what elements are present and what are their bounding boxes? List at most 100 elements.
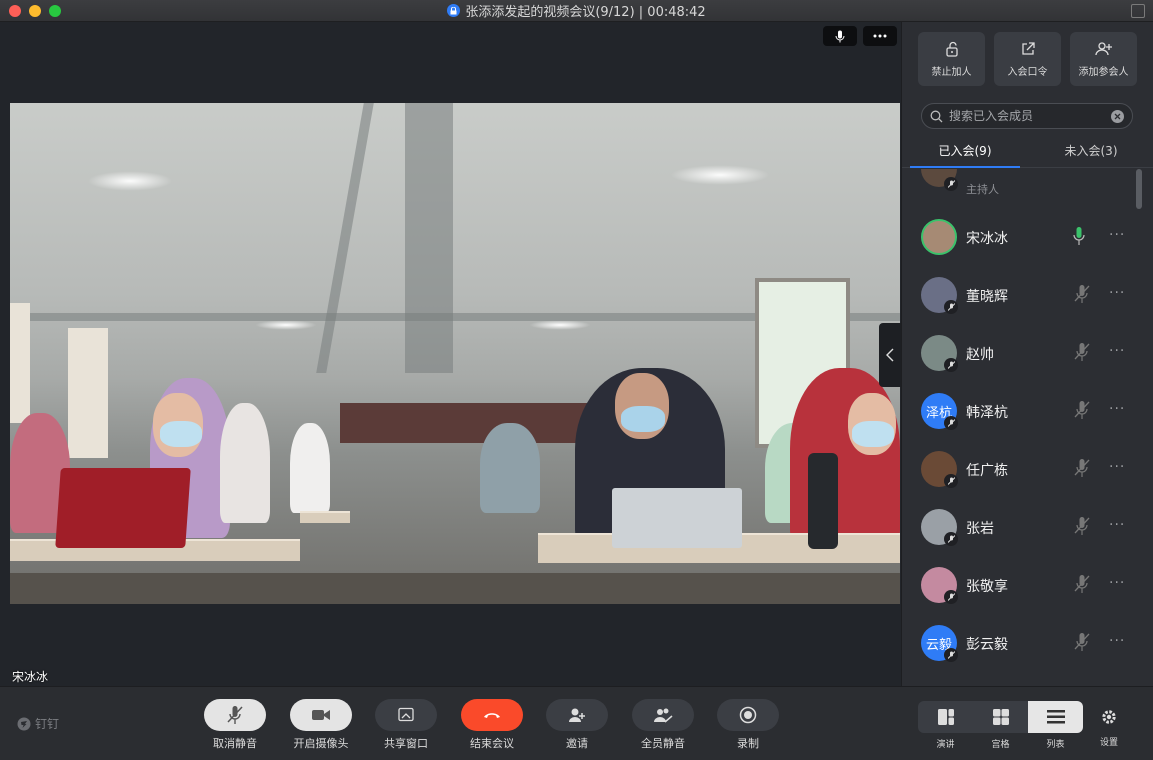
muted-badge-icon	[944, 300, 958, 314]
member-row[interactable]: 赵帅 ···	[902, 324, 1142, 382]
panel-actions: 禁止加人 入会口令 添加参会人	[918, 32, 1137, 86]
mic-muted-icon[interactable]	[1073, 574, 1091, 594]
meeting-code-label: 入会口令	[1007, 66, 1048, 78]
member-row[interactable]: 主持人 ···	[902, 169, 1142, 198]
member-row[interactable]: 云毅 彭云毅 ···	[902, 614, 1142, 672]
desk	[300, 511, 350, 523]
stage-mic-button[interactable]	[823, 26, 857, 46]
muted-badge-icon	[944, 532, 958, 546]
grid-layout-button[interactable]	[973, 701, 1028, 733]
laptop	[55, 468, 191, 548]
member-name: 张岩	[966, 521, 994, 537]
mic-muted-icon[interactable]	[1073, 284, 1091, 304]
mic-muted-icon[interactable]	[1073, 400, 1091, 420]
member-row[interactable]: 任广栋 ···	[902, 440, 1142, 498]
stage-more-button[interactable]	[863, 26, 897, 46]
camera-icon	[312, 710, 330, 720]
maximize-window-button[interactable]	[49, 5, 61, 17]
record-button[interactable]	[717, 699, 779, 731]
back-wall-board	[340, 403, 605, 443]
pip-icon[interactable]	[1131, 4, 1145, 18]
invite-button[interactable]	[546, 699, 608, 731]
window-controls	[9, 5, 61, 17]
mute-all-button[interactable]	[632, 699, 694, 731]
list-layout-button[interactable]	[1028, 701, 1083, 733]
close-window-button[interactable]	[9, 5, 21, 17]
mic-muted-icon[interactable]	[1073, 632, 1091, 652]
member-name: 赵帅	[966, 347, 994, 363]
stage-top-buttons	[823, 26, 897, 46]
clear-search-icon[interactable]	[1111, 109, 1124, 123]
minimize-window-button[interactable]	[29, 5, 41, 17]
member-more-button[interactable]: ···	[1109, 343, 1125, 359]
lock-icon	[447, 4, 461, 17]
mic-muted-icon[interactable]	[1073, 516, 1091, 536]
laptop	[612, 488, 742, 548]
muted-badge-icon	[944, 590, 958, 604]
unlock-icon	[945, 41, 958, 57]
member-row[interactable]: 董晓辉 ···	[902, 266, 1142, 324]
member-search	[921, 103, 1133, 129]
member-more-button[interactable]: ···	[1109, 459, 1125, 475]
mic-icon	[835, 30, 845, 42]
member-row[interactable]: 泽杭 韩泽杭 ···	[902, 382, 1142, 440]
member-more-button[interactable]: ···	[1109, 633, 1125, 649]
water-bottle	[808, 453, 838, 549]
start-camera-label: 开启摄像头	[293, 737, 349, 750]
layout-switcher	[918, 701, 1083, 733]
meeting-code-button[interactable]: 入会口令	[994, 32, 1061, 86]
record-label: 录制	[737, 737, 759, 750]
presenter-mask	[621, 406, 665, 432]
grid-layout-icon	[992, 709, 1009, 725]
title-bar: 张添添发起的视频会议(9/12) | 00:48:42	[0, 0, 1153, 22]
member-row[interactable]: 张岩 ···	[902, 498, 1142, 556]
record-control: 录制	[717, 699, 779, 751]
member-name: 彭云毅	[966, 637, 1008, 653]
mic-muted-icon[interactable]	[1073, 342, 1091, 362]
active-speaker-name: 宋冰冰	[12, 670, 49, 684]
lock-meeting-label: 禁止加人	[931, 66, 972, 78]
student	[290, 423, 330, 513]
member-list-scrollbar[interactable]	[1136, 169, 1142, 209]
member-more-button[interactable]: ···	[1109, 285, 1125, 301]
search-input[interactable]	[949, 109, 1105, 123]
member-row[interactable]: 宋冰冰 ···	[902, 208, 1142, 266]
mic-active-icon[interactable]	[1073, 226, 1085, 246]
settings-button[interactable]: 设置	[1100, 709, 1118, 748]
member-row[interactable]: 张敬享 ···	[902, 556, 1142, 614]
member-more-button[interactable]: ···	[1109, 517, 1125, 533]
collapse-panel-button[interactable]	[879, 323, 901, 387]
student	[480, 423, 540, 513]
end-meeting-control: 结束会议	[461, 699, 523, 751]
start-camera-button[interactable]	[290, 699, 352, 731]
member-name: 张敬享	[966, 579, 1008, 595]
tab-not-joined[interactable]: 未入会(3)	[1028, 134, 1153, 167]
share-window-button[interactable]	[375, 699, 437, 731]
mic-muted-icon[interactable]	[1073, 458, 1091, 478]
speaker-layout-button[interactable]	[918, 701, 973, 733]
member-more-button[interactable]: ···	[1109, 169, 1125, 172]
member-more-button[interactable]: ···	[1109, 227, 1125, 243]
tab-joined[interactable]: 已入会(9)	[902, 134, 1028, 168]
lock-meeting-button[interactable]: 禁止加人	[918, 32, 985, 86]
unmute-label: 取消静音	[213, 737, 257, 750]
search-icon	[930, 110, 943, 122]
video-feed[interactable]	[10, 103, 900, 604]
member-list: 主持人 ··· 宋冰冰 ··· 董晓辉 ··· 赵帅 ··· 泽杭 韩泽杭	[902, 169, 1142, 686]
end-meeting-label: 结束会议	[470, 737, 514, 750]
member-more-button[interactable]: ···	[1109, 401, 1125, 417]
settings-label: 设置	[1100, 738, 1119, 748]
camera-control: 开启摄像头	[290, 699, 352, 751]
end-meeting-button[interactable]	[461, 699, 523, 731]
invite-control: 邀请	[546, 699, 608, 751]
member-more-button[interactable]: ···	[1109, 575, 1125, 591]
muted-badge-icon	[944, 416, 958, 430]
member-name: 董晓辉	[966, 289, 1008, 305]
add-participant-button[interactable]: 添加参会人	[1070, 32, 1137, 86]
wall-poster	[68, 328, 108, 458]
unmute-button[interactable]	[204, 699, 266, 731]
grid-layout-label: 宫格	[991, 740, 1010, 750]
student	[220, 403, 270, 523]
member-role: 主持人	[966, 183, 999, 196]
list-layout-icon	[1046, 710, 1065, 724]
